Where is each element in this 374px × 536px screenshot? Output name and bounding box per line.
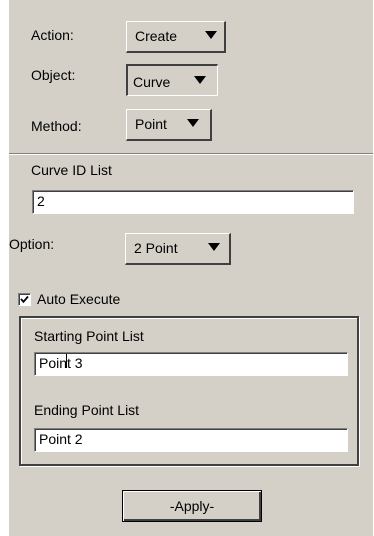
curve-id-list-label: Curve ID List (31, 162, 112, 178)
option-label: Option: (9, 236, 55, 252)
auto-execute-label: Auto Execute (37, 291, 121, 307)
curve-id-list-field[interactable]: 2 (32, 190, 354, 214)
ending-point-list-field[interactable]: Point 2 (34, 428, 348, 452)
option-menu-value: 2 Point (134, 240, 178, 256)
curve-create-panel: Action: Create Object: Curve Method: Poi… (9, 0, 373, 536)
chevron-down-icon (187, 119, 199, 127)
chevron-down-icon (194, 76, 206, 84)
chevron-down-icon (205, 31, 217, 39)
object-label: Object: (31, 67, 76, 83)
method-menu-button[interactable]: Point (126, 109, 212, 141)
auto-execute-checkbox[interactable] (18, 293, 31, 306)
checkmark-icon (20, 295, 29, 304)
ending-point-list-label: Ending Point List (34, 402, 140, 418)
object-menu-value: Curve (133, 74, 171, 90)
action-menu-button[interactable]: Create (126, 21, 226, 53)
method-menu-value: Point (135, 116, 167, 132)
section-divider (9, 153, 373, 155)
starting-point-list-label: Starting Point List (34, 328, 144, 344)
method-label: Method: (31, 118, 82, 134)
text-cursor (66, 354, 67, 368)
action-menu-value: Create (135, 28, 178, 44)
point-list-group: Starting Point List Point 3 Ending Point… (19, 316, 359, 466)
chevron-down-icon (208, 243, 220, 251)
starting-point-list-field[interactable]: Point 3 (34, 352, 348, 376)
action-label: Action: (31, 27, 74, 43)
object-menu-button[interactable]: Curve (126, 64, 218, 96)
option-menu-button[interactable]: 2 Point (125, 233, 231, 265)
apply-button[interactable]: -Apply- (122, 490, 262, 522)
